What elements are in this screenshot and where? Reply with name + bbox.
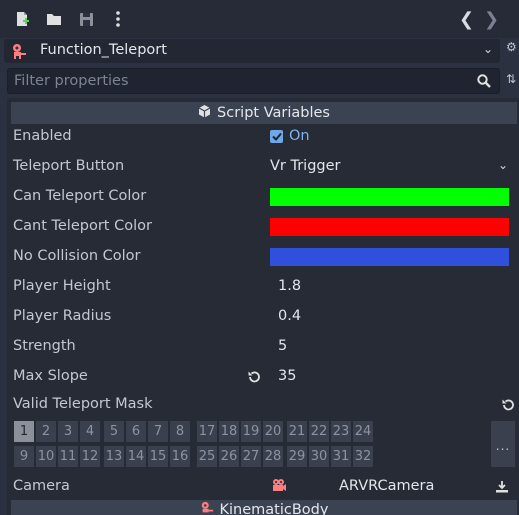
teleport-button-select[interactable]: Vr Trigger	[270, 158, 341, 174]
player-height-field[interactable]: 1.8	[278, 278, 301, 294]
layer-cell[interactable]: 13	[104, 446, 124, 467]
footer-section-title: KinematicBody	[219, 502, 329, 515]
layer-cell[interactable]: 24	[353, 421, 373, 442]
teleport-button-label: Teleport Button	[13, 158, 125, 174]
layer-cell[interactable]: 12	[80, 446, 100, 467]
node-selector[interactable]: Function_Teleport ⌄	[4, 39, 500, 63]
kebab-menu-icon[interactable]	[109, 10, 127, 28]
can-teleport-color-label: Can Teleport Color	[13, 188, 147, 204]
layer-cell[interactable]: 3	[58, 421, 78, 442]
script-variables-header[interactable]: Script Variables	[11, 102, 517, 124]
layer-cell[interactable]: 30	[309, 446, 329, 467]
box-icon	[198, 104, 211, 122]
can-teleport-color-swatch[interactable]	[270, 188, 509, 206]
layer-cell[interactable]: 28	[263, 446, 283, 467]
layer-cell[interactable]: 11	[58, 446, 78, 467]
player-radius-label: Player Radius	[13, 308, 112, 324]
save-icon[interactable]	[77, 10, 95, 28]
sort-icon[interactable]: ⇅	[506, 72, 519, 92]
player-height-label: Player Height	[13, 278, 111, 294]
layer-mask-grid: 1 2 3 4 5 6 7 8 9 10 11 12 13 14 15 16 17 18 19 20 21 22 23 24 2…	[14, 421, 490, 467]
layer-cell[interactable]: 15	[148, 446, 168, 467]
node-robot-icon	[200, 501, 214, 515]
search-icon	[477, 74, 491, 92]
cant-teleport-color-swatch[interactable]	[270, 218, 509, 236]
camera-icon	[271, 478, 287, 498]
layer-cell[interactable]: 2	[36, 421, 56, 442]
filter-properties-input[interactable]: Filter properties	[7, 68, 500, 94]
layer-cell[interactable]: 6	[126, 421, 146, 442]
no-collision-color-swatch[interactable]	[270, 248, 509, 266]
layer-cell[interactable]: 5	[104, 421, 124, 442]
strength-label: Strength	[13, 338, 76, 354]
layer-cell[interactable]: 21	[287, 421, 307, 442]
enabled-checkbox[interactable]	[270, 130, 283, 143]
inspector-toolbar: ❮ ❯	[0, 0, 519, 38]
max-slope-field[interactable]: 35	[278, 368, 296, 384]
layer-cell[interactable]: 32	[353, 446, 373, 467]
revert-icon[interactable]	[247, 370, 261, 388]
max-slope-label: Max Slope	[13, 368, 88, 384]
camera-label: Camera	[13, 478, 70, 494]
layer-cell[interactable]: 10	[36, 446, 56, 467]
dropdown-chevron-icon[interactable]: ⌄	[483, 42, 493, 56]
layer-cell[interactable]: 31	[331, 446, 351, 467]
layer-cell[interactable]: 29	[287, 446, 307, 467]
revert-icon[interactable]	[501, 398, 515, 416]
layer-cell[interactable]: 20	[263, 421, 283, 442]
enabled-value[interactable]: On	[289, 128, 310, 144]
layer-cell[interactable]: 18	[219, 421, 239, 442]
layer-cell[interactable]: 17	[197, 421, 217, 442]
layer-cell[interactable]: 19	[241, 421, 261, 442]
layer-cell[interactable]: 14	[126, 446, 146, 467]
layer-cell[interactable]: 25	[197, 446, 217, 467]
object-properties-icon[interactable]: ⚙	[506, 40, 519, 60]
layer-cell[interactable]: 4	[80, 421, 100, 442]
valid-teleport-mask-label: Valid Teleport Mask	[13, 396, 153, 412]
new-script-icon[interactable]	[13, 10, 31, 28]
section-title: Script Variables	[217, 105, 330, 121]
node-picker-icon[interactable]	[495, 480, 509, 497]
history-back-icon[interactable]: ❮	[459, 9, 474, 30]
chevron-down-icon[interactable]: ⌄	[498, 158, 508, 172]
layer-cell[interactable]: 22	[309, 421, 329, 442]
layer-cell[interactable]: 16	[170, 446, 190, 467]
kinematic-body-header[interactable]: KinematicBody	[11, 500, 517, 515]
layer-cell[interactable]: 26	[219, 446, 239, 467]
player-radius-field[interactable]: 0.4	[278, 308, 301, 324]
layers-more-button[interactable]: ...	[491, 421, 515, 467]
layer-cell[interactable]: 27	[241, 446, 261, 467]
history-forward-icon[interactable]: ❯	[484, 9, 499, 30]
open-folder-icon[interactable]	[45, 10, 63, 28]
layer-cell[interactable]: 1	[14, 421, 34, 442]
layer-cell[interactable]: 7	[148, 421, 168, 442]
node-robot-icon	[11, 43, 27, 63]
layer-cell[interactable]: 9	[14, 446, 34, 467]
no-collision-color-label: No Collision Color	[13, 248, 141, 264]
node-name: Function_Teleport	[40, 42, 167, 58]
layer-cell[interactable]: 23	[331, 421, 351, 442]
layer-cell[interactable]: 8	[170, 421, 190, 442]
camera-node-path[interactable]: ARVRCamera	[339, 478, 434, 494]
cant-teleport-color-label: Cant Teleport Color	[13, 218, 152, 234]
enabled-label: Enabled	[13, 128, 72, 144]
filter-placeholder: Filter properties	[14, 73, 129, 89]
strength-field[interactable]: 5	[278, 338, 287, 354]
